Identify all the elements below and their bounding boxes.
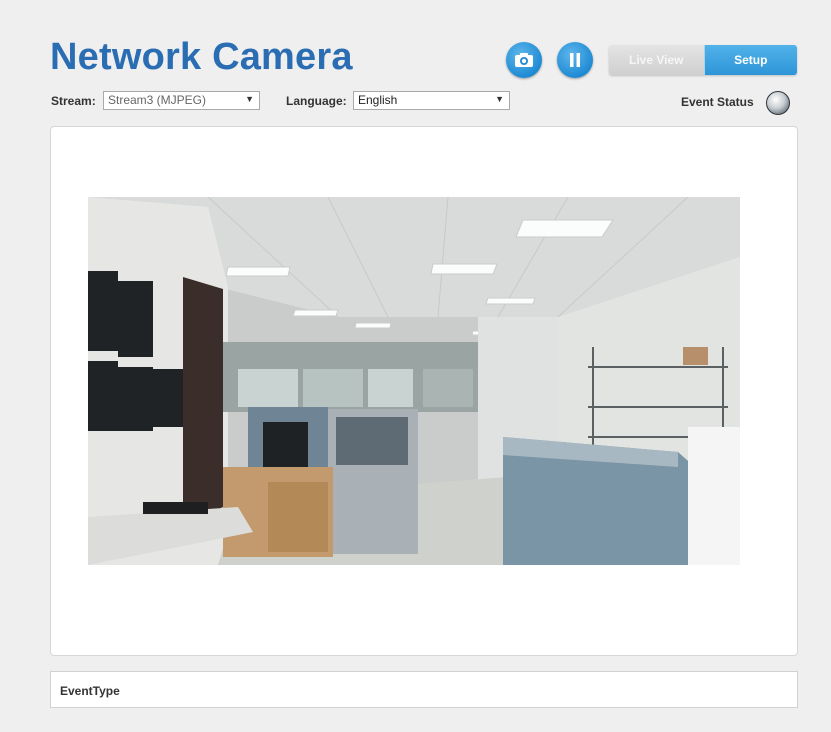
page-title: Network Camera xyxy=(50,36,353,78)
stream-label: Stream: xyxy=(51,94,96,108)
event-type-label: EventType xyxy=(60,684,120,698)
pause-button[interactable] xyxy=(557,42,593,78)
language-select-value: English xyxy=(358,93,398,107)
stream-select[interactable]: Stream3 (MJPEG) ▼ xyxy=(103,91,260,110)
dropdown-arrow-icon: ▼ xyxy=(245,94,254,104)
stream-select-value: Stream3 (MJPEG) xyxy=(108,93,207,107)
camera-web-ui: Network Camera Live View Setup Stream: S… xyxy=(0,0,831,732)
camera-icon xyxy=(515,53,533,67)
dropdown-arrow-icon: ▼ xyxy=(495,94,504,104)
event-status-indicator-icon xyxy=(766,91,790,115)
live-video-feed[interactable] xyxy=(88,197,740,565)
event-type-panel: EventType xyxy=(50,671,798,708)
language-label: Language: xyxy=(286,94,347,108)
event-status-label: Event Status xyxy=(681,95,754,109)
snapshot-button[interactable] xyxy=(506,42,542,78)
setup-button[interactable]: Setup xyxy=(703,45,797,75)
live-view-button[interactable]: Live View xyxy=(609,45,704,75)
language-select[interactable]: English ▼ xyxy=(353,91,510,110)
pause-icon xyxy=(570,53,580,67)
office-scene-image xyxy=(88,197,740,565)
view-mode-switch: Live View Setup xyxy=(609,45,797,75)
